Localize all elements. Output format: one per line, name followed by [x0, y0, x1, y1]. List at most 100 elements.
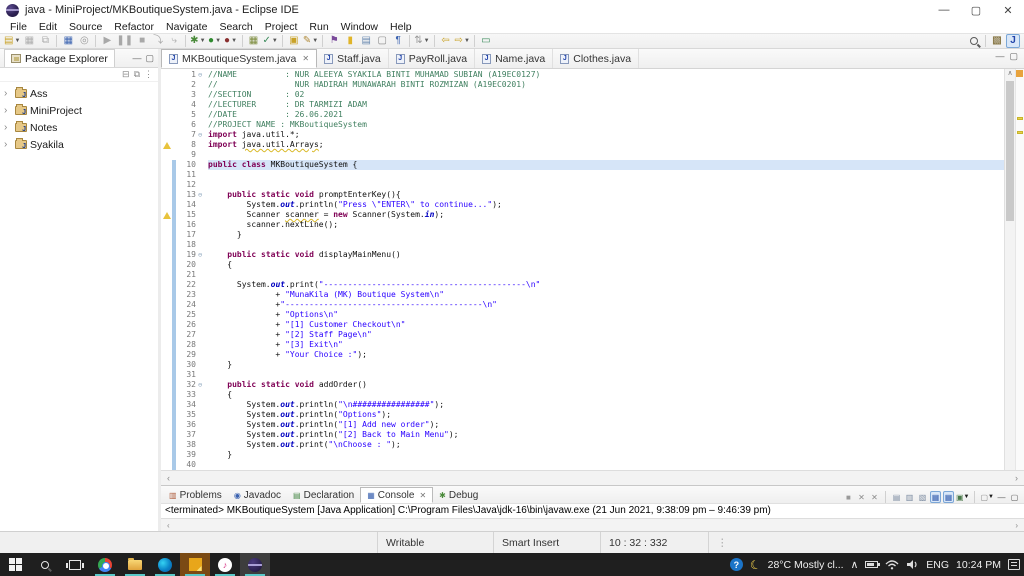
- line-number[interactable]: 14: [176, 200, 198, 210]
- dropdown-arrow-icon[interactable]: ▼: [464, 38, 470, 44]
- line-number[interactable]: 7: [176, 130, 198, 140]
- clear-console-icon[interactable]: ▤: [891, 491, 902, 503]
- line-number[interactable]: 8: [176, 140, 198, 150]
- annotation-gutter[interactable]: [161, 260, 172, 270]
- console-tab-javadoc[interactable]: ◉Javadoc: [228, 487, 287, 503]
- editor-tab-mkboutiquesystem-java[interactable]: JMKBoutiqueSystem.java✕: [161, 49, 317, 68]
- annotation-gutter[interactable]: [161, 150, 172, 160]
- remove-all-launches-icon[interactable]: ✕: [869, 491, 880, 503]
- code-text[interactable]: [208, 150, 1004, 160]
- sticky-notes-icon[interactable]: [180, 553, 210, 576]
- code-text[interactable]: {: [208, 260, 1004, 270]
- new-junit-icon[interactable]: ▦: [247, 34, 261, 48]
- annotation-gutter[interactable]: [161, 320, 172, 330]
- step-into-icon[interactable]: ⤵: [151, 34, 165, 48]
- show-console-icon[interactable]: ▦: [943, 491, 954, 503]
- menu-navigate[interactable]: Navigate: [160, 21, 213, 33]
- console-tab-debug[interactable]: ✱Debug: [433, 487, 484, 503]
- code-text[interactable]: [208, 270, 1004, 280]
- editor-tab-staff-java[interactable]: JStaff.java: [317, 49, 389, 68]
- code-text[interactable]: [208, 240, 1004, 250]
- annotation-gutter[interactable]: [161, 70, 172, 80]
- dropdown-arrow-icon[interactable]: ▼: [424, 38, 430, 44]
- fold-toggle-icon[interactable]: ⊖: [198, 250, 208, 260]
- menu-window[interactable]: Window: [335, 21, 384, 33]
- annotation-gutter[interactable]: [161, 250, 172, 260]
- clock[interactable]: 10:24 PM: [956, 559, 1001, 571]
- annotation-gutter[interactable]: [161, 100, 172, 110]
- expand-chevron-icon[interactable]: ›: [4, 139, 12, 150]
- annotation-gutter[interactable]: [161, 90, 172, 100]
- annotation-gutter[interactable]: [161, 160, 172, 170]
- code-text[interactable]: + "MunaKila (MK) Boutique System\n": [208, 290, 1004, 300]
- line-number[interactable]: 19: [176, 250, 198, 260]
- annotation-gutter[interactable]: [161, 450, 172, 460]
- line-number[interactable]: 29: [176, 350, 198, 360]
- code-text[interactable]: System.out.println("[2] Back to Main Men…: [208, 430, 1004, 440]
- fold-toggle-icon[interactable]: ⊖: [198, 70, 208, 80]
- expand-chevron-icon[interactable]: ›: [4, 105, 12, 116]
- annotation-gutter[interactable]: [161, 130, 172, 140]
- console-tab-problems[interactable]: ▥Problems: [163, 487, 228, 503]
- task-view-button[interactable]: [60, 553, 90, 576]
- annotation-gutter[interactable]: [161, 280, 172, 290]
- line-number[interactable]: 35: [176, 410, 198, 420]
- code-text[interactable]: [208, 460, 1004, 470]
- start-button[interactable]: [0, 553, 30, 576]
- line-number[interactable]: 40: [176, 460, 198, 470]
- tree-item-ass[interactable]: ›Ass: [0, 85, 158, 102]
- code-text[interactable]: scanner.nextLine();: [208, 220, 1004, 230]
- warning-marker[interactable]: [1017, 117, 1023, 120]
- dropdown-arrow-icon[interactable]: ▼: [964, 494, 970, 500]
- close-tab-icon[interactable]: ✕: [302, 54, 309, 63]
- code-text[interactable]: + "[3] Exit\n": [208, 340, 1004, 350]
- scrollbar-thumb[interactable]: [1006, 81, 1014, 221]
- language-indicator[interactable]: ENG: [926, 559, 949, 571]
- edge-icon[interactable]: [150, 553, 180, 576]
- fold-toggle-icon[interactable]: ⊖: [198, 380, 208, 390]
- task-icon[interactable]: ✓▼: [263, 34, 278, 48]
- battery-icon[interactable]: [865, 561, 878, 568]
- annotation-gutter[interactable]: [161, 360, 172, 370]
- line-number[interactable]: 9: [176, 150, 198, 160]
- package-explorer-tab[interactable]: Package Explorer: [4, 49, 115, 67]
- forward-icon[interactable]: ⇨▼: [455, 34, 470, 48]
- annotation-gutter[interactable]: [161, 330, 172, 340]
- line-number[interactable]: 13: [176, 190, 198, 200]
- dropdown-arrow-icon[interactable]: ▼: [14, 38, 20, 44]
- code-text[interactable]: public static void promptEnterKey(){: [208, 190, 1004, 200]
- line-number[interactable]: 27: [176, 330, 198, 340]
- code-text[interactable]: //LECTURER : DR TARMIZI ADAM: [208, 100, 1004, 110]
- debug-icon[interactable]: ✱▼: [190, 34, 205, 48]
- annotation-gutter[interactable]: [161, 240, 172, 250]
- code-text[interactable]: //SECTION : 02: [208, 90, 1004, 100]
- code-text[interactable]: System.out.println("Press \"ENTER\" to c…: [208, 200, 1004, 210]
- annotation-gutter[interactable]: [161, 220, 172, 230]
- line-number[interactable]: 37: [176, 430, 198, 440]
- annotation-gutter[interactable]: [161, 140, 172, 150]
- scroll-right-arrow-icon[interactable]: ›: [1015, 521, 1018, 530]
- tree-item-syakila[interactable]: ›Syakila: [0, 136, 158, 153]
- chrome-icon[interactable]: [90, 553, 120, 576]
- annotation-gutter[interactable]: [161, 400, 172, 410]
- annotation-gutter[interactable]: [161, 420, 172, 430]
- scroll-right-arrow-icon[interactable]: ›: [1015, 473, 1018, 483]
- code-text[interactable]: System.out.print("----------------------…: [208, 280, 1004, 290]
- menu-edit[interactable]: Edit: [33, 21, 63, 33]
- line-number[interactable]: 5: [176, 110, 198, 120]
- menu-refactor[interactable]: Refactor: [108, 21, 160, 33]
- code-text[interactable]: [208, 370, 1004, 380]
- file-explorer-icon[interactable]: [120, 553, 150, 576]
- code-text[interactable]: [208, 180, 1004, 190]
- line-number[interactable]: 4: [176, 100, 198, 110]
- menu-help[interactable]: Help: [384, 21, 418, 33]
- line-number[interactable]: 20: [176, 260, 198, 270]
- maximize-view-button[interactable]: ▢: [145, 53, 154, 64]
- annotation-gutter[interactable]: [161, 110, 172, 120]
- editor-tab-payroll-java[interactable]: JPayRoll.java: [389, 49, 475, 68]
- overview-ruler[interactable]: [1015, 69, 1024, 470]
- word-wrap-icon[interactable]: ▧: [917, 491, 928, 503]
- annotate-icon[interactable]: ▮: [343, 34, 357, 48]
- new-wizard-icon[interactable]: ▤▼: [4, 34, 20, 48]
- code-text[interactable]: + "[1] Customer Checkout\n": [208, 320, 1004, 330]
